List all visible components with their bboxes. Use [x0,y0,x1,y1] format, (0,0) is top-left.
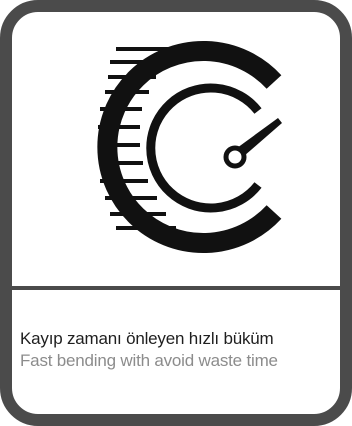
divider [12,286,340,290]
feature-card: Kayıp zamanı önleyen hızlı büküm Fast be… [0,0,352,426]
speedometer-speed-icon [97,41,282,253]
icon-area [12,12,340,286]
caption-turkish: Kayıp zamanı önleyen hızlı büküm [20,329,274,348]
caption: Kayıp zamanı önleyen hızlı büküm Fast be… [20,328,340,372]
caption-english: Fast bending with avoid waste time [20,351,278,370]
gauge-hub [223,145,247,169]
